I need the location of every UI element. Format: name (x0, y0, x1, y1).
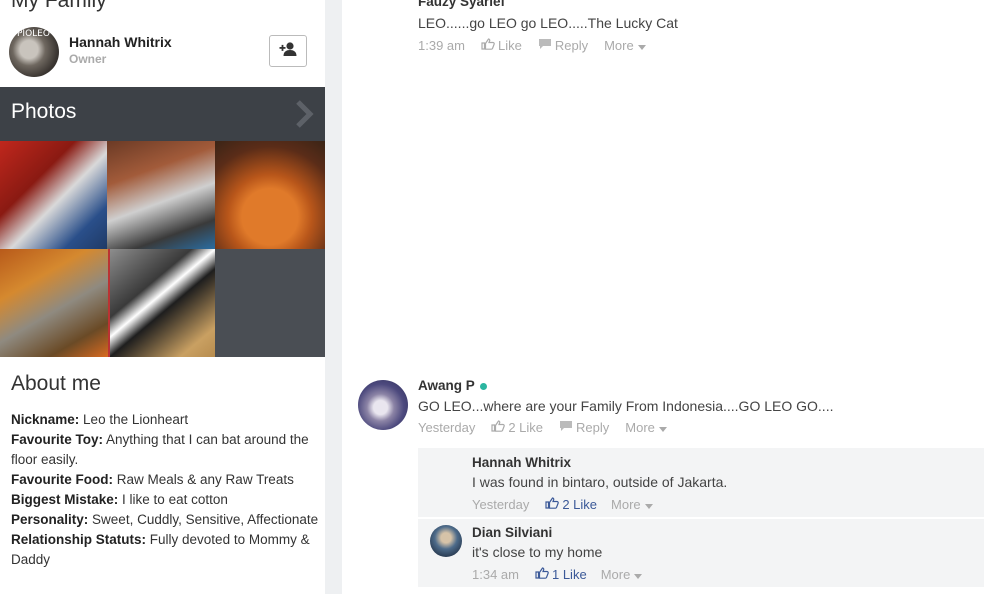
caret-down-icon (644, 497, 653, 512)
chevron-right-icon[interactable] (294, 100, 314, 133)
thumbs-up-icon (545, 497, 560, 512)
field-label: Favourite Toy: (11, 432, 104, 447)
comment-actions: 1:39 am Like Reply More (418, 38, 646, 53)
reply-label: Reply (576, 420, 610, 435)
caret-down-icon (637, 38, 646, 53)
owner-avatar[interactable]: PIOLEO (9, 27, 59, 77)
owner-name[interactable]: Hannah Whitrix (69, 34, 172, 50)
reply-label: Reply (554, 38, 589, 53)
field-value: Raw Meals & any Raw Treats (116, 472, 294, 487)
photo-placeholder (215, 249, 325, 357)
add-user-icon (279, 41, 297, 62)
reply-button[interactable]: Reply (559, 420, 609, 435)
more-dropdown[interactable]: More (601, 567, 643, 582)
comment-time[interactable]: Yesterday (418, 420, 475, 435)
reply-time[interactable]: 1:34 am (472, 567, 519, 582)
more-dropdown[interactable]: More (625, 420, 667, 435)
reply-author[interactable]: Dian Silviani (472, 525, 552, 540)
owner-role: Owner (69, 52, 107, 66)
like-label: 2 Like (562, 497, 598, 512)
replier-avatar[interactable] (430, 525, 462, 557)
field-label: Biggest Mistake: (11, 492, 119, 507)
add-family-member-button[interactable] (269, 35, 307, 67)
comment-author[interactable]: Fauzy Syarief (418, 0, 505, 9)
more-label: More (604, 38, 634, 53)
online-status-icon (479, 382, 487, 390)
thumbs-up-icon (535, 567, 549, 582)
field-value: Sweet, Cuddly, Sensitive, Affectionate (92, 512, 319, 527)
speech-bubble-icon (559, 420, 573, 435)
photo-thumbnail[interactable] (0, 249, 108, 357)
field-label: Favourite Food: (11, 472, 113, 487)
caret-down-icon (634, 567, 643, 582)
commenter-avatar[interactable] (358, 380, 408, 430)
reply-actions: Yesterday 2 Like More (472, 497, 653, 512)
reply-text: it's close to my home (472, 544, 603, 560)
reply-time[interactable]: Yesterday (472, 497, 529, 512)
thumbs-up-icon (481, 38, 495, 53)
reply-text: I was found in bintaro, outside of Jakar… (472, 474, 728, 490)
caret-down-icon (658, 420, 667, 435)
about-fields: Nickname: Leo the Lionheart Favourite To… (11, 410, 323, 570)
speech-bubble-icon (538, 38, 552, 53)
thumbs-up-icon (491, 420, 506, 435)
field-value: I like to eat cotton (122, 492, 228, 507)
reply-button[interactable]: Reply (538, 38, 588, 53)
family-section-title: My Family (11, 0, 107, 12)
about-personality: Personality: Sweet, Cuddly, Sensitive, A… (11, 510, 323, 530)
field-label: Relationship Statuts: (11, 532, 147, 547)
like-button[interactable]: 1 Like (535, 567, 587, 582)
comment-text: GO LEO...where are your Family From Indo… (418, 398, 834, 414)
more-label: More (611, 497, 641, 512)
photo-thumbnail[interactable] (215, 141, 325, 249)
like-label: 2 Like (508, 420, 544, 435)
field-value: Leo the Lionheart (83, 412, 189, 427)
more-label: More (625, 420, 655, 435)
like-button[interactable]: 2 Like (545, 497, 597, 512)
column-divider (325, 0, 342, 594)
comment-text: LEO......go LEO go LEO.....The Lucky Cat (418, 15, 678, 31)
field-label: Personality: (11, 512, 89, 527)
comment-author: Awang P (418, 378, 487, 393)
like-label: 1 Like (551, 567, 587, 582)
like-button[interactable]: Like (481, 38, 522, 53)
more-dropdown[interactable]: More (604, 38, 646, 53)
photos-title: Photos (11, 100, 77, 123)
field-label: Nickname: (11, 412, 80, 427)
comment-time[interactable]: 1:39 am (418, 38, 465, 53)
about-nickname: Nickname: Leo the Lionheart (11, 410, 323, 430)
about-food: Favourite Food: Raw Meals & any Raw Trea… (11, 470, 323, 490)
photo-thumbnail[interactable] (108, 249, 215, 357)
left-column: My Family PIOLEO Hannah Whitrix Owner Ph… (0, 0, 325, 594)
reply-actions: 1:34 am 1 Like More (472, 567, 643, 582)
more-label: More (600, 567, 631, 582)
about-toy: Favourite Toy: Anything that I can bat a… (11, 430, 323, 470)
avatar-overlay-text: PIOLEO (17, 29, 50, 39)
comment-actions: Yesterday 2 Like Reply More (418, 420, 667, 435)
about-relationship: Relationship Statuts: Fully devoted to M… (11, 530, 323, 570)
like-label: Like (497, 38, 522, 53)
about-mistake: Biggest Mistake: I like to eat cotton (11, 490, 323, 510)
reply-author[interactable]: Hannah Whitrix (472, 455, 571, 470)
like-button[interactable]: 2 Like (491, 420, 543, 435)
about-title: About me (11, 372, 101, 395)
more-dropdown[interactable]: More (611, 497, 653, 512)
photo-thumbnail[interactable] (107, 141, 215, 249)
photo-thumbnail[interactable] (0, 141, 107, 249)
comment-author-name[interactable]: Awang P (418, 378, 475, 393)
